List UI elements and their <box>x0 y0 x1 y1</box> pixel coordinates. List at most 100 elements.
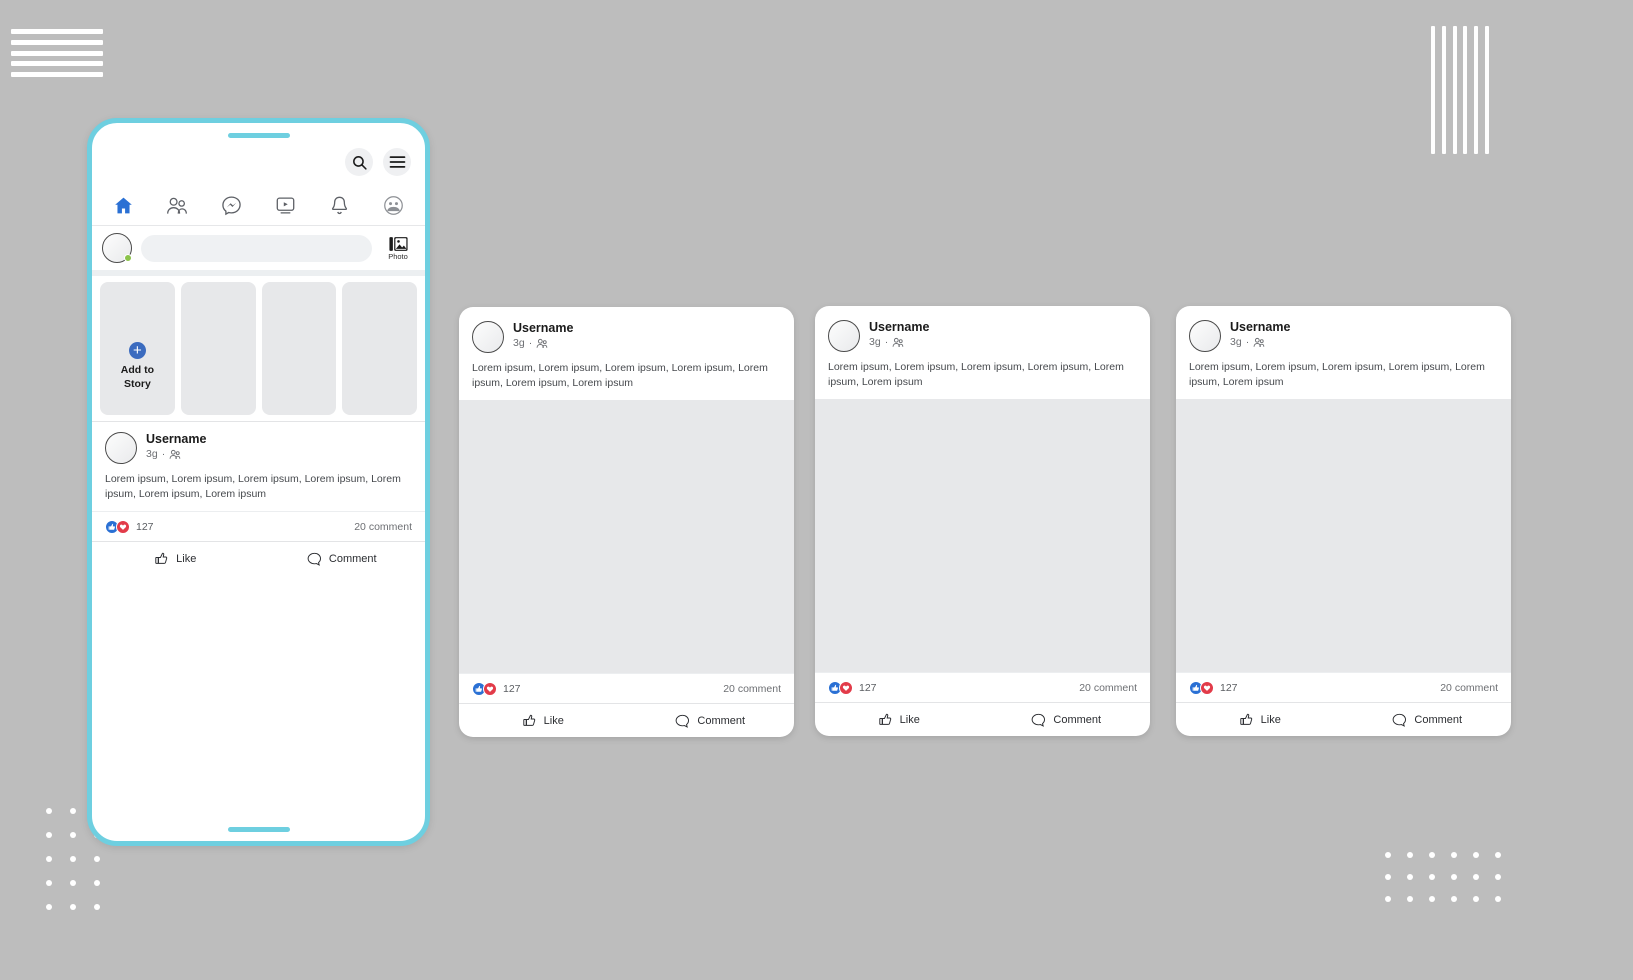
thumbs-up-icon <box>1239 713 1252 725</box>
comment-button[interactable]: Comment <box>259 542 426 575</box>
post-card: Username 3g · Lorem ipsum, Lorem ipsum, … <box>459 307 794 737</box>
post-meta-separator: · <box>1245 336 1250 348</box>
nav-tab-notifications[interactable] <box>327 193 353 219</box>
video-play-icon <box>276 197 295 214</box>
like-button[interactable]: Like <box>1176 703 1344 736</box>
reaction-love-icon <box>116 519 130 534</box>
app-top-bar <box>92 138 425 186</box>
reaction-summary[interactable]: 127 <box>472 681 521 696</box>
search-button[interactable] <box>345 148 373 176</box>
reaction-count: 127 <box>859 681 877 694</box>
post-header: Username 3g · <box>459 307 794 353</box>
story-placeholder[interactable] <box>261 282 337 415</box>
photo-icon <box>388 236 408 251</box>
groups-icon <box>384 196 404 215</box>
nav-tab-friends[interactable] <box>164 193 190 219</box>
like-button[interactable]: Like <box>459 704 627 737</box>
post-image-placeholder[interactable] <box>459 400 794 673</box>
decor-dot <box>70 880 76 886</box>
post-stats: 127 20 comment <box>459 673 794 703</box>
add-story-line1: Add to <box>120 364 154 376</box>
composer-avatar[interactable] <box>102 233 132 263</box>
reaction-count: 127 <box>1220 681 1238 694</box>
online-status-dot <box>124 254 132 262</box>
comment-count[interactable]: 20 comment <box>1440 682 1498 694</box>
comment-button[interactable]: Comment <box>627 704 795 737</box>
decor-dot <box>1429 874 1435 880</box>
home-icon <box>114 197 132 214</box>
post-meta-separator: · <box>161 448 166 460</box>
comment-button[interactable]: Comment <box>983 703 1151 736</box>
story-placeholder[interactable] <box>342 282 417 415</box>
bell-icon <box>332 196 348 215</box>
post-author-avatar[interactable] <box>828 320 860 352</box>
post-header: Username 3g · <box>92 421 425 464</box>
post-username: Username <box>1230 320 1291 334</box>
post-meta-separator: · <box>528 337 533 349</box>
comment-button[interactable]: Comment <box>1344 703 1512 736</box>
comment-bubble-icon <box>1032 713 1046 727</box>
composer-input[interactable] <box>141 234 372 262</box>
like-label: Like <box>899 713 920 726</box>
stories-row: Add to Story <box>92 276 425 421</box>
comment-bubble-icon <box>1393 713 1407 727</box>
decor-dot <box>46 832 52 838</box>
decor-dot <box>1451 852 1457 858</box>
post-body: Lorem ipsum, Lorem ipsum, Lorem ipsum, L… <box>472 362 768 389</box>
nav-tab-home[interactable] <box>110 193 136 219</box>
reaction-love-icon <box>1200 680 1214 695</box>
decor-dot <box>1429 852 1435 858</box>
photo-label: Photo <box>388 251 408 261</box>
post-header: Username 3g · <box>815 306 1150 352</box>
post-meta: 3g · <box>869 335 929 349</box>
decor-dot <box>46 856 52 862</box>
post-actions: Like Comment <box>459 703 794 737</box>
decor-dot <box>1495 852 1501 858</box>
like-label: Like <box>1260 713 1281 726</box>
menu-button[interactable] <box>383 148 411 176</box>
decor-dot <box>46 904 52 910</box>
post-stats: 127 20 comment <box>815 672 1150 702</box>
reaction-summary[interactable]: 127 <box>1189 680 1238 695</box>
nav-tab-groups[interactable] <box>381 193 407 219</box>
comment-count[interactable]: 20 comment <box>723 683 781 695</box>
thumbs-up-icon <box>522 714 535 726</box>
add-story-line2: Story <box>123 378 151 390</box>
post-body: Lorem ipsum, Lorem ipsum, Lorem ipsum, L… <box>105 473 401 500</box>
comment-count[interactable]: 20 comment <box>1079 682 1137 694</box>
reaction-summary[interactable]: 127 <box>828 680 877 695</box>
reaction-count: 127 <box>136 520 154 533</box>
phone-home-indicator <box>227 827 290 832</box>
friends-privacy-icon <box>892 337 904 347</box>
nav-tab-messenger[interactable] <box>218 193 244 219</box>
comment-count[interactable]: 20 comment <box>354 521 412 533</box>
nav-tab-watch[interactable] <box>273 193 299 219</box>
post-image-placeholder[interactable] <box>1176 399 1511 672</box>
comment-bubble-icon <box>676 714 690 728</box>
post-author-avatar[interactable] <box>1189 320 1221 352</box>
decor-dot <box>70 808 76 814</box>
like-button[interactable]: Like <box>815 703 983 736</box>
decor-dot <box>1385 896 1391 902</box>
post-image-placeholder[interactable] <box>815 399 1150 672</box>
post-meta-separator: · <box>884 336 889 348</box>
post-time: 3g <box>513 337 525 349</box>
post-actions: Like Comment <box>815 702 1150 736</box>
post-actions: Like Comment <box>1176 702 1511 736</box>
reaction-summary[interactable]: 127 <box>105 519 154 534</box>
post-author-avatar[interactable] <box>472 321 504 353</box>
decor-dot <box>1473 874 1479 880</box>
decor-dot <box>70 832 76 838</box>
post-author-avatar[interactable] <box>105 432 137 464</box>
like-button[interactable]: Like <box>92 542 259 575</box>
add-photo-button[interactable]: Photo <box>381 236 415 261</box>
story-placeholder[interactable] <box>180 282 256 415</box>
post-meta: 3g · <box>146 447 206 461</box>
decor-dot <box>1451 874 1457 880</box>
hamburger-menu-icon <box>389 156 405 168</box>
plus-circle-icon <box>128 342 146 359</box>
friends-icon <box>167 197 188 214</box>
post-username: Username <box>146 432 207 446</box>
story-add-to-story[interactable]: Add to Story <box>100 282 175 415</box>
comment-bubble-icon <box>307 552 321 566</box>
